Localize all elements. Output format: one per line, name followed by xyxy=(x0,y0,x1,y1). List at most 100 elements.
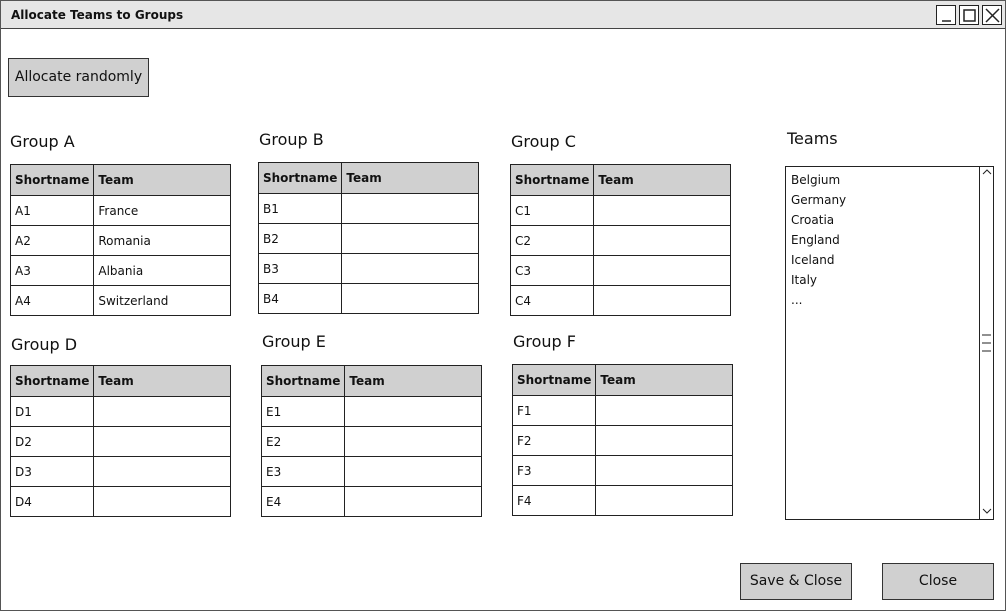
team-cell[interactable] xyxy=(93,396,231,427)
team-cell[interactable] xyxy=(593,225,731,256)
team-cell[interactable]: Albania xyxy=(93,255,231,286)
table-row[interactable]: E4 xyxy=(260,486,482,517)
table-row[interactable]: D2 xyxy=(9,426,231,457)
team-cell[interactable] xyxy=(341,193,479,224)
list-item[interactable]: England xyxy=(791,230,846,250)
list-item[interactable]: Iceland xyxy=(791,250,846,270)
table-row[interactable]: C3 xyxy=(509,255,731,286)
group-d-table: Shortname Team D1 D2 D3 D4 xyxy=(9,365,231,517)
team-cell[interactable] xyxy=(344,396,482,427)
team-cell[interactable] xyxy=(595,455,733,486)
team-cell[interactable] xyxy=(341,253,479,284)
allocate-randomly-button[interactable]: Allocate randomly xyxy=(8,58,149,97)
team-cell[interactable] xyxy=(593,285,731,316)
table-row[interactable]: F4 xyxy=(511,485,733,516)
maximize-icon[interactable] xyxy=(959,5,979,25)
shortname-cell: D4 xyxy=(9,486,95,517)
table-row[interactable]: B2 xyxy=(257,223,479,254)
team-cell[interactable] xyxy=(344,426,482,457)
table-row[interactable]: E2 xyxy=(260,426,482,457)
group-b-title: Group B xyxy=(259,130,324,149)
shortname-cell: B2 xyxy=(257,223,343,254)
team-cell[interactable] xyxy=(344,456,482,487)
scroll-down-icon[interactable] xyxy=(981,506,993,519)
list-item[interactable]: Germany xyxy=(791,190,846,210)
group-a-table: Shortname Team A1 France A2 Romania A3 Alba… xyxy=(9,164,231,316)
table-row[interactable]: A3 Albania xyxy=(9,255,231,286)
team-cell[interactable] xyxy=(344,486,482,517)
table-row[interactable]: E3 xyxy=(260,456,482,487)
scroll-up-icon[interactable] xyxy=(981,167,993,180)
shortname-cell: D1 xyxy=(9,396,95,427)
list-item[interactable]: Italy xyxy=(791,270,846,290)
scroll-thumb[interactable] xyxy=(981,332,992,354)
allocate-window: Allocate Teams to Groups Allocate random… xyxy=(0,0,1006,611)
table-header-row: Shortname Team xyxy=(9,365,231,397)
shortname-cell: A3 xyxy=(9,255,95,286)
team-cell[interactable]: Romania xyxy=(93,225,231,256)
shortname-cell: A1 xyxy=(9,195,95,226)
minimize-icon[interactable] xyxy=(936,5,956,25)
table-row[interactable]: F3 xyxy=(511,455,733,486)
shortname-header: Shortname xyxy=(9,365,95,397)
team-cell[interactable] xyxy=(593,195,731,226)
save-and-close-label: Save & Close xyxy=(749,573,843,589)
teams-title: Teams xyxy=(787,129,838,148)
team-header: Team xyxy=(344,365,482,397)
table-row[interactable]: A1 France xyxy=(9,195,231,226)
group-a-title: Group A xyxy=(10,132,75,151)
shortname-cell: C2 xyxy=(509,225,595,256)
teams-list: Belgium Germany Croatia England Iceland … xyxy=(791,170,846,310)
save-and-close-button[interactable]: Save & Close xyxy=(740,563,852,600)
shortname-cell: C4 xyxy=(509,285,595,316)
team-cell[interactable] xyxy=(595,485,733,516)
team-cell[interactable] xyxy=(93,486,231,517)
shortname-cell: B1 xyxy=(257,193,343,224)
team-cell[interactable] xyxy=(593,255,731,286)
table-row[interactable]: B4 xyxy=(257,283,479,314)
shortname-cell: F2 xyxy=(511,425,597,456)
table-row[interactable]: F1 xyxy=(511,395,733,426)
team-cell[interactable] xyxy=(341,223,479,254)
close-label: Close xyxy=(918,573,958,589)
table-row[interactable]: A4 Switzerland xyxy=(9,285,231,316)
teams-listbox[interactable]: Belgium Germany Croatia England Iceland … xyxy=(785,166,994,520)
team-cell[interactable] xyxy=(93,426,231,457)
shortname-header: Shortname xyxy=(511,364,597,396)
table-row[interactable]: F2 xyxy=(511,425,733,456)
shortname-header: Shortname xyxy=(257,162,343,194)
table-row[interactable]: C4 xyxy=(509,285,731,316)
shortname-cell: C1 xyxy=(509,195,595,226)
shortname-header: Shortname xyxy=(260,365,346,397)
team-cell[interactable] xyxy=(93,456,231,487)
table-row[interactable]: B3 xyxy=(257,253,479,284)
list-item[interactable]: Belgium xyxy=(791,170,846,190)
group-f-table: Shortname Team F1 F2 F3 F4 xyxy=(511,364,733,516)
team-cell[interactable]: Switzerland xyxy=(93,285,231,316)
table-row[interactable]: A2 Romania xyxy=(9,225,231,256)
shortname-cell: F1 xyxy=(511,395,597,426)
table-row[interactable]: B1 xyxy=(257,193,479,224)
table-row[interactable]: C1 xyxy=(509,195,731,226)
table-row[interactable]: D4 xyxy=(9,486,231,517)
team-cell[interactable] xyxy=(595,395,733,426)
team-cell[interactable] xyxy=(595,425,733,456)
group-b-table: Shortname Team B1 B2 B3 B4 xyxy=(257,162,479,314)
table-row[interactable]: D3 xyxy=(9,456,231,487)
table-row[interactable]: C2 xyxy=(509,225,731,256)
table-row[interactable]: D1 xyxy=(9,396,231,427)
close-button[interactable]: Close xyxy=(882,563,994,600)
shortname-header: Shortname xyxy=(9,164,95,196)
group-e-title: Group E xyxy=(262,332,326,351)
list-item[interactable]: ... xyxy=(791,290,846,310)
title-bar: Allocate Teams to Groups xyxy=(1,1,1005,29)
shortname-header: Shortname xyxy=(509,164,595,196)
team-cell[interactable]: France xyxy=(93,195,231,226)
team-header: Team xyxy=(341,162,479,194)
close-icon[interactable] xyxy=(982,5,1002,25)
list-item[interactable]: Croatia xyxy=(791,210,846,230)
shortname-cell: E4 xyxy=(260,486,346,517)
team-cell[interactable] xyxy=(341,283,479,314)
vertical-scrollbar[interactable] xyxy=(979,167,993,519)
table-row[interactable]: E1 xyxy=(260,396,482,427)
